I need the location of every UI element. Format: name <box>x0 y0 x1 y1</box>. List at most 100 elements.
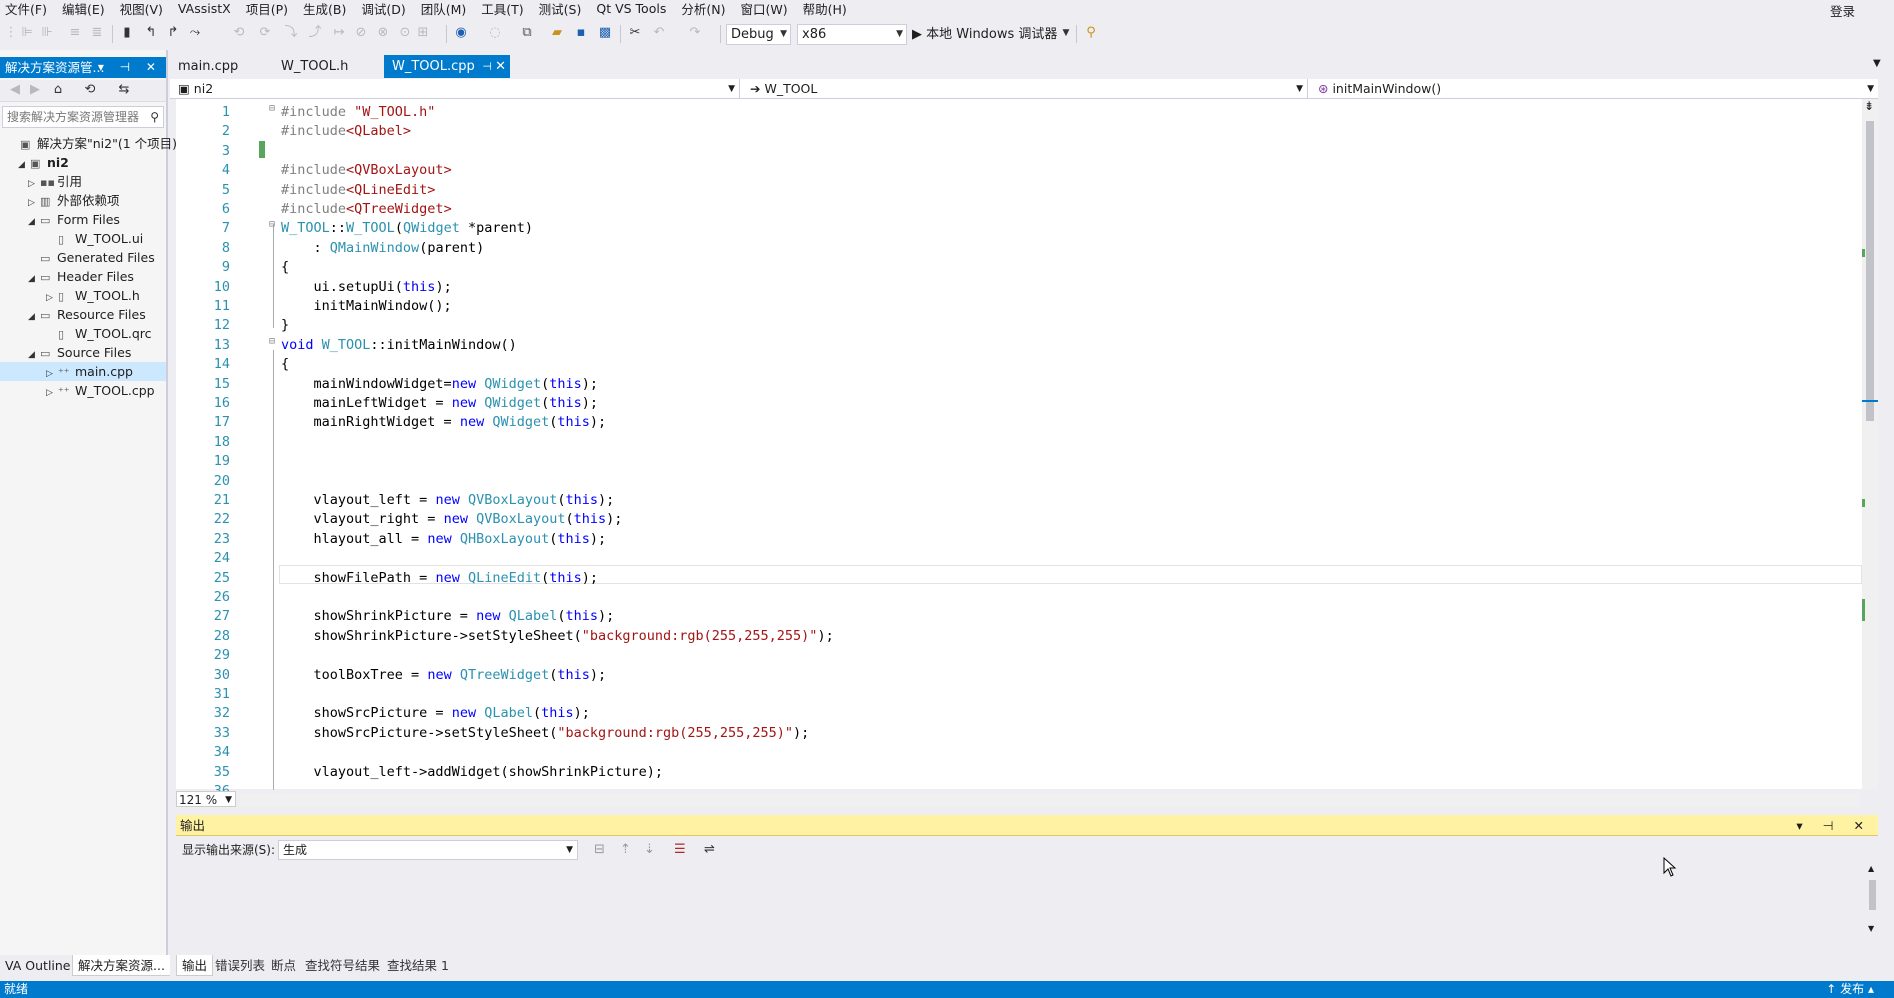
tree-item[interactable]: ◢ ▭ Resource Files <box>28 305 146 324</box>
align-left-icon[interactable]: ⊫ <box>18 23 36 43</box>
code-line[interactable]: { <box>281 258 289 277</box>
tool2-icon[interactable]: ⊙ <box>396 23 414 43</box>
search-icon[interactable]: ⚲ <box>150 107 159 127</box>
tree-item[interactable]: ▷ ⁺⁺ main.cpp <box>0 362 166 381</box>
breakpoint-icon[interactable]: ⊘ <box>352 23 370 43</box>
project-dropdown[interactable]: ▣ ni2 ▼ <box>170 79 740 99</box>
code-line[interactable]: W_TOOL::W_TOOL(QWidget *parent) <box>281 219 533 238</box>
comment-icon[interactable]: ≡ <box>66 23 84 43</box>
save-all-icon[interactable]: ▩ <box>596 23 614 43</box>
tree-item[interactable]: ▯ W_TOOL.ui <box>46 229 143 248</box>
member-dropdown[interactable]: ⊛ initMainWindow() ▼ <box>1310 79 1878 99</box>
code-line[interactable]: vlayout_left = new QVBoxLayout(this); <box>281 491 615 510</box>
code-line[interactable]: { <box>281 355 289 374</box>
output-text-area[interactable] <box>176 864 1878 954</box>
step-over-icon[interactable]: ⟳ <box>256 23 274 43</box>
fold-toggle-icon[interactable]: ⊟ <box>269 103 275 114</box>
code-line[interactable]: #include<QTreeWidget> <box>281 200 452 219</box>
platform-select[interactable]: x86 ▼ <box>797 24 907 45</box>
output-vertical-scrollbar[interactable]: ▲ ▼ <box>1866 864 1878 954</box>
close-icon[interactable]: ✕ <box>495 55 506 78</box>
class-dropdown[interactable]: ➔ W_TOOL ▼ <box>742 79 1308 99</box>
chevron-down-icon[interactable]: ▼ <box>1060 23 1072 43</box>
clear-all-icon[interactable]: ☰ <box>674 842 686 857</box>
code-line[interactable]: showSrcPicture = new QLabel(this); <box>281 704 590 723</box>
collapse-icon[interactable]: ◢ <box>28 270 40 289</box>
menu-item[interactable]: 生成(B) <box>298 0 356 18</box>
expand-icon[interactable]: ▷ <box>46 384 58 403</box>
tabs-dropdown-icon[interactable]: ▼ <box>1873 58 1881 69</box>
tool-icon[interactable]: ⊗ <box>374 23 392 43</box>
menu-item[interactable]: 帮助(H) <box>798 0 857 18</box>
forward-icon[interactable]: ▶ <box>28 80 42 100</box>
publish-button[interactable]: ↑ 发布 ▴ <box>1826 981 1874 998</box>
menu-item[interactable]: 调试(D) <box>356 0 415 18</box>
code-line[interactable]: : QMainWindow(parent) <box>281 239 485 258</box>
sync-icon[interactable]: ⇆ <box>116 80 132 100</box>
collapse-icon[interactable]: ◢ <box>28 213 40 232</box>
code-line[interactable]: #include<QVBoxLayout> <box>281 161 452 180</box>
output-source-select[interactable]: 生成 ▼ <box>278 840 578 860</box>
tree-item[interactable]: ▷ ⁺⁺ W_TOOL.cpp <box>46 381 155 400</box>
code-line[interactable]: void W_TOOL::initMainWindow() <box>281 336 517 355</box>
next-bookmark-icon[interactable]: ↱ <box>164 23 182 43</box>
code-line[interactable]: mainRightWidget = new QWidget(this); <box>281 413 607 432</box>
run-to-cursor-icon[interactable]: ↦ <box>330 23 348 43</box>
fold-toggle-icon[interactable]: ⊟ <box>269 336 275 347</box>
tab-solution-explorer[interactable]: 解决方案资源... <box>72 955 171 976</box>
scroll-up-icon[interactable]: ▲ <box>1868 864 1874 873</box>
tree-item[interactable]: ◢ ▣ ni2 <box>18 153 69 172</box>
step-icon[interactable]: ⟲ <box>230 23 248 43</box>
config-select[interactable]: Debug ▼ <box>726 24 791 45</box>
solution-search-input[interactable]: 搜索解决方案资源管理器 ⚲ <box>2 106 164 128</box>
pin-icon[interactable]: ⊣ <box>482 55 492 78</box>
code-line[interactable]: #include<QLineEdit> <box>281 181 435 200</box>
fold-toggle-icon[interactable]: ⊟ <box>269 219 275 230</box>
next-message-icon[interactable]: ⇣ <box>644 842 655 857</box>
tab-w-tool-h[interactable]: W_TOOL.h <box>273 55 348 78</box>
tree-item[interactable]: ▭ Generated Files <box>28 248 155 267</box>
code-line[interactable]: vlayout_right = new QVBoxLayout(this); <box>281 510 623 529</box>
prev-bookmark-icon[interactable]: ↰ <box>142 23 160 43</box>
scrollbar-thumb[interactable] <box>1866 121 1874 421</box>
tab-error-list[interactable]: 错误列表 <box>210 955 270 976</box>
tree-item[interactable]: ▣ 解决方案"ni2"(1 个项目) <box>8 134 177 153</box>
menu-item[interactable]: 工具(T) <box>476 0 533 18</box>
code-line[interactable]: showShrinkPicture = new QLabel(this); <box>281 607 615 626</box>
menu-item[interactable]: 文件(F) <box>0 0 57 18</box>
code-line[interactable]: ui.setupUi(this); <box>281 278 452 297</box>
tab-w-tool-cpp[interactable]: W_TOOL.cpp ⊣ ✕ <box>384 55 510 78</box>
goto-error-icon[interactable]: ⊟ <box>594 842 605 857</box>
code-line[interactable]: } <box>281 316 289 335</box>
back-icon[interactable]: ◉ <box>452 23 470 43</box>
history-icon[interactable]: ⟲ <box>82 80 98 100</box>
code-line[interactable]: showSrcPicture->setStyleSheet("backgroun… <box>281 724 810 743</box>
step-out-icon[interactable]: ⤴ <box>306 23 324 43</box>
align-right-icon[interactable]: ⊪ <box>38 23 56 43</box>
back-icon[interactable]: ◀ <box>8 80 22 100</box>
bookmark-icon[interactable]: ▮ <box>118 23 136 43</box>
tree-item[interactable]: ▯ W_TOOL.qrc <box>46 324 152 343</box>
code-line[interactable]: mainLeftWidget = new QWidget(this); <box>281 394 599 413</box>
split-icon[interactable]: ⇟ <box>1864 99 1874 113</box>
menu-item[interactable]: 项目(P) <box>241 0 298 18</box>
find-in-files-icon[interactable]: ⚲ <box>1082 23 1100 43</box>
code-line[interactable]: #include<QLabel> <box>281 122 411 141</box>
word-wrap-icon[interactable]: ⇌ <box>704 842 715 857</box>
collapse-icon[interactable]: ◢ <box>28 308 40 327</box>
tree-item[interactable]: ▷ ▯ W_TOOL.h <box>46 286 140 305</box>
scrollbar-thumb[interactable] <box>1869 880 1876 910</box>
editor-horizontal-scrollbar[interactable] <box>240 793 1860 807</box>
save-icon[interactable]: ▪ <box>572 23 590 43</box>
uncomment-icon[interactable]: ≣ <box>88 23 106 43</box>
undo-icon[interactable]: ↶ <box>650 23 668 43</box>
redo-icon[interactable]: ↷ <box>686 23 704 43</box>
tab-main-cpp[interactable]: main.cpp <box>170 55 238 78</box>
home-icon[interactable]: ⌂ <box>50 80 66 100</box>
tab-breakpoints[interactable]: 断点 <box>266 955 301 976</box>
tree-item[interactable]: ◢ ▭ Form Files <box>28 210 120 229</box>
tool3-icon[interactable]: ⊞ <box>414 23 432 43</box>
editor-vertical-scrollbar[interactable]: ⇟ <box>1862 99 1878 789</box>
panel-window-buttons[interactable]: ▾ ⊣ ✕ <box>1796 815 1872 836</box>
tab-va-outline[interactable]: VA Outline <box>0 955 76 976</box>
